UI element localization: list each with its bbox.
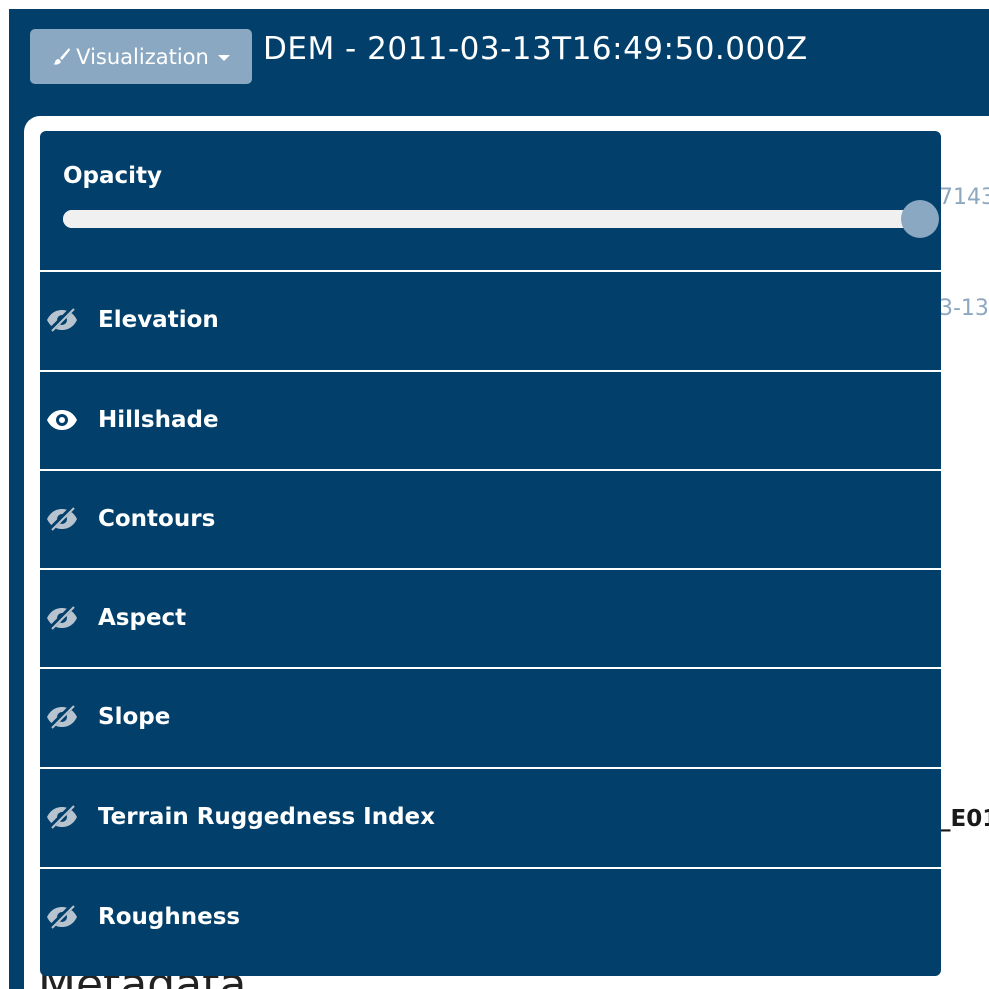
background-value-text: 7143: [939, 185, 989, 210]
layer-item-terrain-ruggedness-index[interactable]: Terrain Ruggedness Index: [40, 767, 941, 864]
opacity-slider-track[interactable]: [63, 210, 920, 228]
layer-item-slope[interactable]: Slope: [40, 667, 941, 764]
background-date-text: 3-13: [939, 296, 989, 321]
layer-label: Roughness: [98, 903, 241, 930]
page-title: DEM - 2011-03-13T16:49:50.000Z: [263, 31, 808, 67]
opacity-section: Opacity: [40, 131, 941, 270]
opacity-slider-fill: [63, 210, 920, 228]
layer-label: Aspect: [98, 604, 187, 631]
paint-brush-icon: [52, 47, 71, 66]
layer-label: Elevation: [98, 306, 219, 333]
chevron-down-icon: [217, 55, 230, 61]
layer-label: Hillshade: [98, 406, 219, 433]
eye-slash-icon[interactable]: [44, 904, 80, 930]
layer-item-hillshade[interactable]: Hillshade: [40, 370, 941, 467]
opacity-slider-handle[interactable]: [901, 200, 939, 238]
layer-label: Slope: [98, 703, 171, 730]
layer-item-aspect[interactable]: Aspect: [40, 568, 941, 665]
layer-label: Terrain Ruggedness Index: [98, 803, 435, 830]
layer-label: Contours: [98, 505, 216, 532]
layer-item-contours[interactable]: Contours: [40, 469, 941, 566]
visualization-dropdown-button[interactable]: Visualization: [30, 29, 252, 84]
eye-slash-icon[interactable]: [44, 506, 80, 532]
opacity-label: Opacity: [63, 163, 163, 189]
eye-icon[interactable]: [44, 407, 80, 433]
visualization-menu: Opacity Elevation Hillshade Contours Asp…: [40, 131, 941, 976]
visualization-button-label: Visualization: [76, 44, 209, 69]
layer-item-roughness[interactable]: Roughness: [40, 867, 941, 964]
eye-slash-icon[interactable]: [44, 307, 80, 333]
eye-slash-icon[interactable]: [44, 704, 80, 730]
background-id-text: _E01: [939, 806, 989, 832]
header: Visualization DEM - 2011-03-13T16:49:50.…: [9, 9, 989, 109]
eye-slash-icon[interactable]: [44, 804, 80, 830]
app-frame: Visualization DEM - 2011-03-13T16:49:50.…: [9, 9, 989, 989]
layer-item-elevation[interactable]: Elevation: [40, 270, 941, 367]
eye-slash-icon[interactable]: [44, 605, 80, 631]
